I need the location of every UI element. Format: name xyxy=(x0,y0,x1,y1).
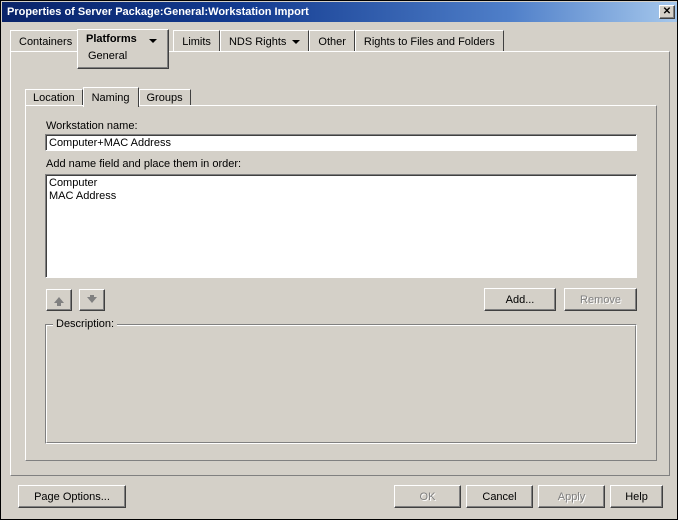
naming-tab-panel: Workstation name: Computer+MAC Address A… xyxy=(25,105,657,461)
tab-location-label: Location xyxy=(33,92,75,104)
tab-rights-to-files-and-folders-label: Rights to Files and Folders xyxy=(363,35,495,48)
apply-button: Apply xyxy=(538,485,605,508)
tab-containers[interactable]: Containers xyxy=(10,30,82,52)
description-group: Description: xyxy=(45,318,637,444)
tab-nds-rights[interactable]: NDS Rights xyxy=(219,30,310,52)
help-button[interactable]: Help xyxy=(610,485,663,508)
tab-platforms-label: Platforms xyxy=(86,33,137,45)
ok-button: OK xyxy=(394,485,461,508)
tab-groups-label: Groups xyxy=(146,92,183,104)
page-options-button[interactable]: Page Options... xyxy=(18,485,126,508)
close-icon[interactable]: ✕ xyxy=(659,5,675,19)
tab-location[interactable]: Location xyxy=(25,89,83,106)
cancel-button[interactable]: Cancel xyxy=(466,485,533,508)
chevron-down-icon xyxy=(149,39,157,43)
remove-button: Remove xyxy=(564,288,637,311)
move-down-button[interactable] xyxy=(79,289,105,311)
add-button[interactable]: Add... xyxy=(484,288,556,311)
tab-other-label: Other xyxy=(318,35,346,48)
list-item[interactable]: MAC Address xyxy=(49,190,636,203)
workstation-name-field[interactable]: Computer+MAC Address xyxy=(45,134,637,151)
properties-dialog-window: Properties of Server Package:General:Wor… xyxy=(0,0,678,520)
tab-naming-label: Naming xyxy=(91,91,130,104)
window-title: Properties of Server Package:General:Wor… xyxy=(7,6,309,18)
tab-other[interactable]: Other xyxy=(309,30,355,52)
dialog-button-bar: Page Options... OK Cancel Apply Help xyxy=(10,482,670,512)
tab-platforms[interactable]: Platforms General xyxy=(77,29,169,69)
tab-groups[interactable]: Groups xyxy=(138,89,191,106)
content-panel: Location Naming Groups Workstation name:… xyxy=(10,51,670,476)
arrow-up-stem xyxy=(57,301,61,306)
tab-containers-label: Containers xyxy=(19,35,73,48)
name-field-listbox[interactable]: Computer MAC Address xyxy=(45,174,637,278)
tab-nds-rights-label: NDS Rights xyxy=(228,35,287,48)
tab-rights-to-files-and-folders[interactable]: Rights to Files and Folders xyxy=(354,30,504,52)
chevron-down-icon xyxy=(292,39,301,44)
add-name-field-label: Add name field and place them in order: xyxy=(46,158,242,170)
title-bar[interactable]: Properties of Server Package:General:Wor… xyxy=(2,2,677,22)
inner-tab-strip: Location Naming Groups xyxy=(25,87,191,107)
list-item[interactable]: Computer xyxy=(49,177,636,190)
tab-limits[interactable]: Limits xyxy=(173,30,220,52)
move-up-button[interactable] xyxy=(46,289,72,311)
description-group-bevel xyxy=(46,325,636,443)
tab-platforms-submenu-general[interactable]: General xyxy=(88,50,127,62)
arrow-down-stem xyxy=(90,295,94,300)
description-label: Description: xyxy=(53,318,118,330)
tab-limits-label: Limits xyxy=(182,35,211,48)
workstation-name-label: Workstation name: xyxy=(46,120,138,132)
tab-naming[interactable]: Naming xyxy=(82,87,139,107)
